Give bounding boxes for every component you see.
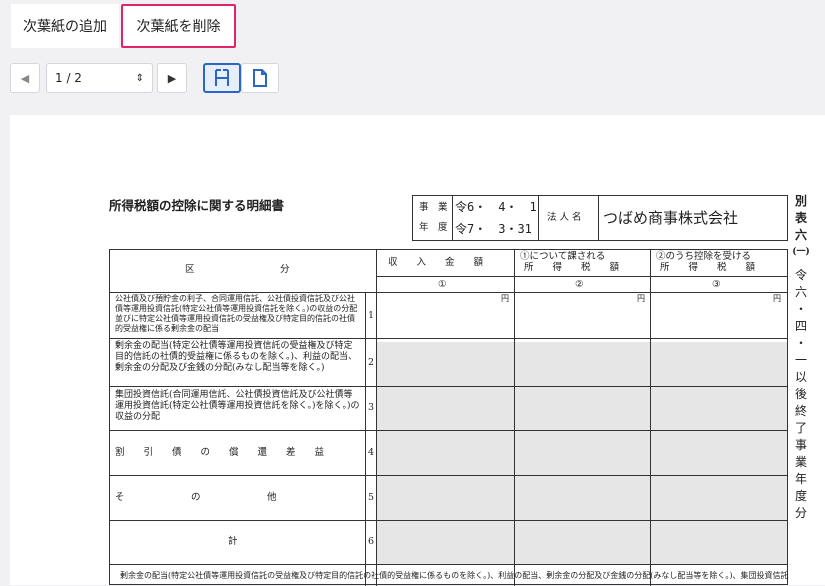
row-3-label: 集団投資信託(合同運用信託、公社債投資信託及び公社債等運用投資信託(特定公社債等… — [115, 390, 360, 422]
period-to: 令7・ 3・31 — [455, 222, 532, 236]
deduction-table: 区 分 収 入 金 額 ①について課される 所 得 税 額 ②のうち控除を受ける… — [109, 249, 788, 586]
side-form-label: 別 表 六 (一) — [792, 193, 810, 261]
row-4-number: 4 — [368, 447, 375, 458]
side-char: 了 — [794, 421, 807, 435]
col-kubun-header: 区 分 — [185, 264, 290, 275]
footer-note: 剰余金の配当(特定公社債等運用投資信託の受益権及び特定目的信託の社債的受益権に係… — [120, 571, 789, 580]
prev-page-button[interactable]: ◀ — [10, 63, 40, 93]
yen-unit: 円 — [773, 294, 781, 303]
row-4-label: 割 引 債 の 償 還 差 益 — [115, 447, 325, 458]
row-6-number: 6 — [368, 536, 375, 547]
col2-header-line2: 所 得 税 額 — [524, 262, 620, 273]
row-1-number: 1 — [368, 310, 375, 321]
side-char: 後 — [794, 387, 807, 401]
row-1-label: 公社債及び預貯金の利子、合同運用信託、公社債投資信託及び公社債等運用投資信託(特… — [115, 294, 358, 333]
shaded-cell — [650, 520, 787, 564]
row-6-label: 計 — [228, 536, 238, 547]
chevron-left-icon: ◀ — [20, 71, 30, 85]
row-2-label: 剰余金の配当(特定公社債等運用投資信託の受益権及び特定目的信託の社債的受益権に係… — [115, 341, 358, 373]
side-char: 以 — [794, 370, 807, 384]
page-view-button[interactable] — [241, 63, 279, 93]
side-char: ・ — [794, 336, 807, 350]
side-char: 一 — [794, 353, 807, 367]
side-char: 度 — [794, 489, 807, 503]
col1-header: 収 入 金 額 — [388, 257, 484, 268]
shaded-cell — [376, 520, 514, 564]
chevron-right-icon: ▶ — [167, 71, 177, 85]
document-icon — [253, 69, 267, 87]
side-char: ・ — [794, 302, 807, 316]
next-page-button[interactable]: ▶ — [157, 63, 187, 93]
col1-number: ① — [438, 279, 447, 290]
yen-unit: 円 — [501, 294, 509, 303]
side-char: (一) — [792, 247, 810, 257]
header-box: 事 業 年 度 令6・ 4・ 1 令7・ 3・31 法 人 名 つばめ商事株式会… — [412, 195, 788, 241]
row-2-number: 2 — [368, 357, 375, 368]
side-char: 六 — [794, 228, 807, 242]
form-title: 所得税額の控除に関する明細書 — [109, 198, 285, 213]
yen-unit: 円 — [637, 294, 645, 303]
side-char: 別 — [794, 194, 807, 208]
page-select[interactable]: 1 / 2 ⇕ — [46, 63, 153, 93]
jigyo-label: 事 業 — [419, 202, 448, 213]
side-char: 令 — [794, 268, 807, 282]
side-char: 業 — [794, 455, 807, 469]
page-select-value: 1 / 2 — [55, 71, 82, 85]
side-note: 令 六 ・ 四 ・ 一 以 後 終 了 事 業 年 度 分 — [792, 267, 810, 522]
col3-number: ③ — [712, 279, 721, 290]
col2-number: ② — [575, 279, 584, 290]
side-char: 四 — [794, 319, 807, 333]
row-3-number: 3 — [368, 402, 375, 413]
side-char: 分 — [794, 506, 807, 520]
toolbar: ◀ 1 / 2 ⇕ ▶ — [0, 60, 825, 98]
row-5-number: 5 — [368, 492, 375, 503]
side-char: 六 — [794, 285, 807, 299]
fit-width-icon — [215, 69, 229, 86]
fit-width-view-button[interactable] — [203, 63, 241, 93]
hojin-label: 法 人 名 — [547, 212, 582, 223]
tab-bar: 次葉紙の追加 次葉紙を削除 — [0, 0, 825, 56]
delete-continuation-sheet-tab[interactable]: 次葉紙を削除 — [121, 4, 236, 48]
corporation-name: つばめ商事株式会社 — [603, 209, 739, 227]
add-continuation-sheet-tab[interactable]: 次葉紙の追加 — [11, 4, 119, 48]
col3-header-line2: 所 得 税 額 — [660, 262, 756, 273]
updown-icon: ⇕ — [135, 72, 144, 84]
side-char: 表 — [794, 211, 807, 225]
shaded-cell — [514, 520, 650, 564]
side-char: 終 — [794, 404, 807, 418]
period-from: 令6・ 4・ 1 — [455, 200, 537, 214]
nendo-label: 年 度 — [419, 222, 448, 233]
side-char: 事 — [794, 438, 807, 452]
form-page: 所得税額の控除に関する明細書 事 業 年 度 令6・ 4・ 1 令7・ 3・31… — [10, 115, 825, 586]
side-char: 年 — [794, 472, 807, 486]
row-5-label: そ の 他 — [115, 492, 277, 503]
